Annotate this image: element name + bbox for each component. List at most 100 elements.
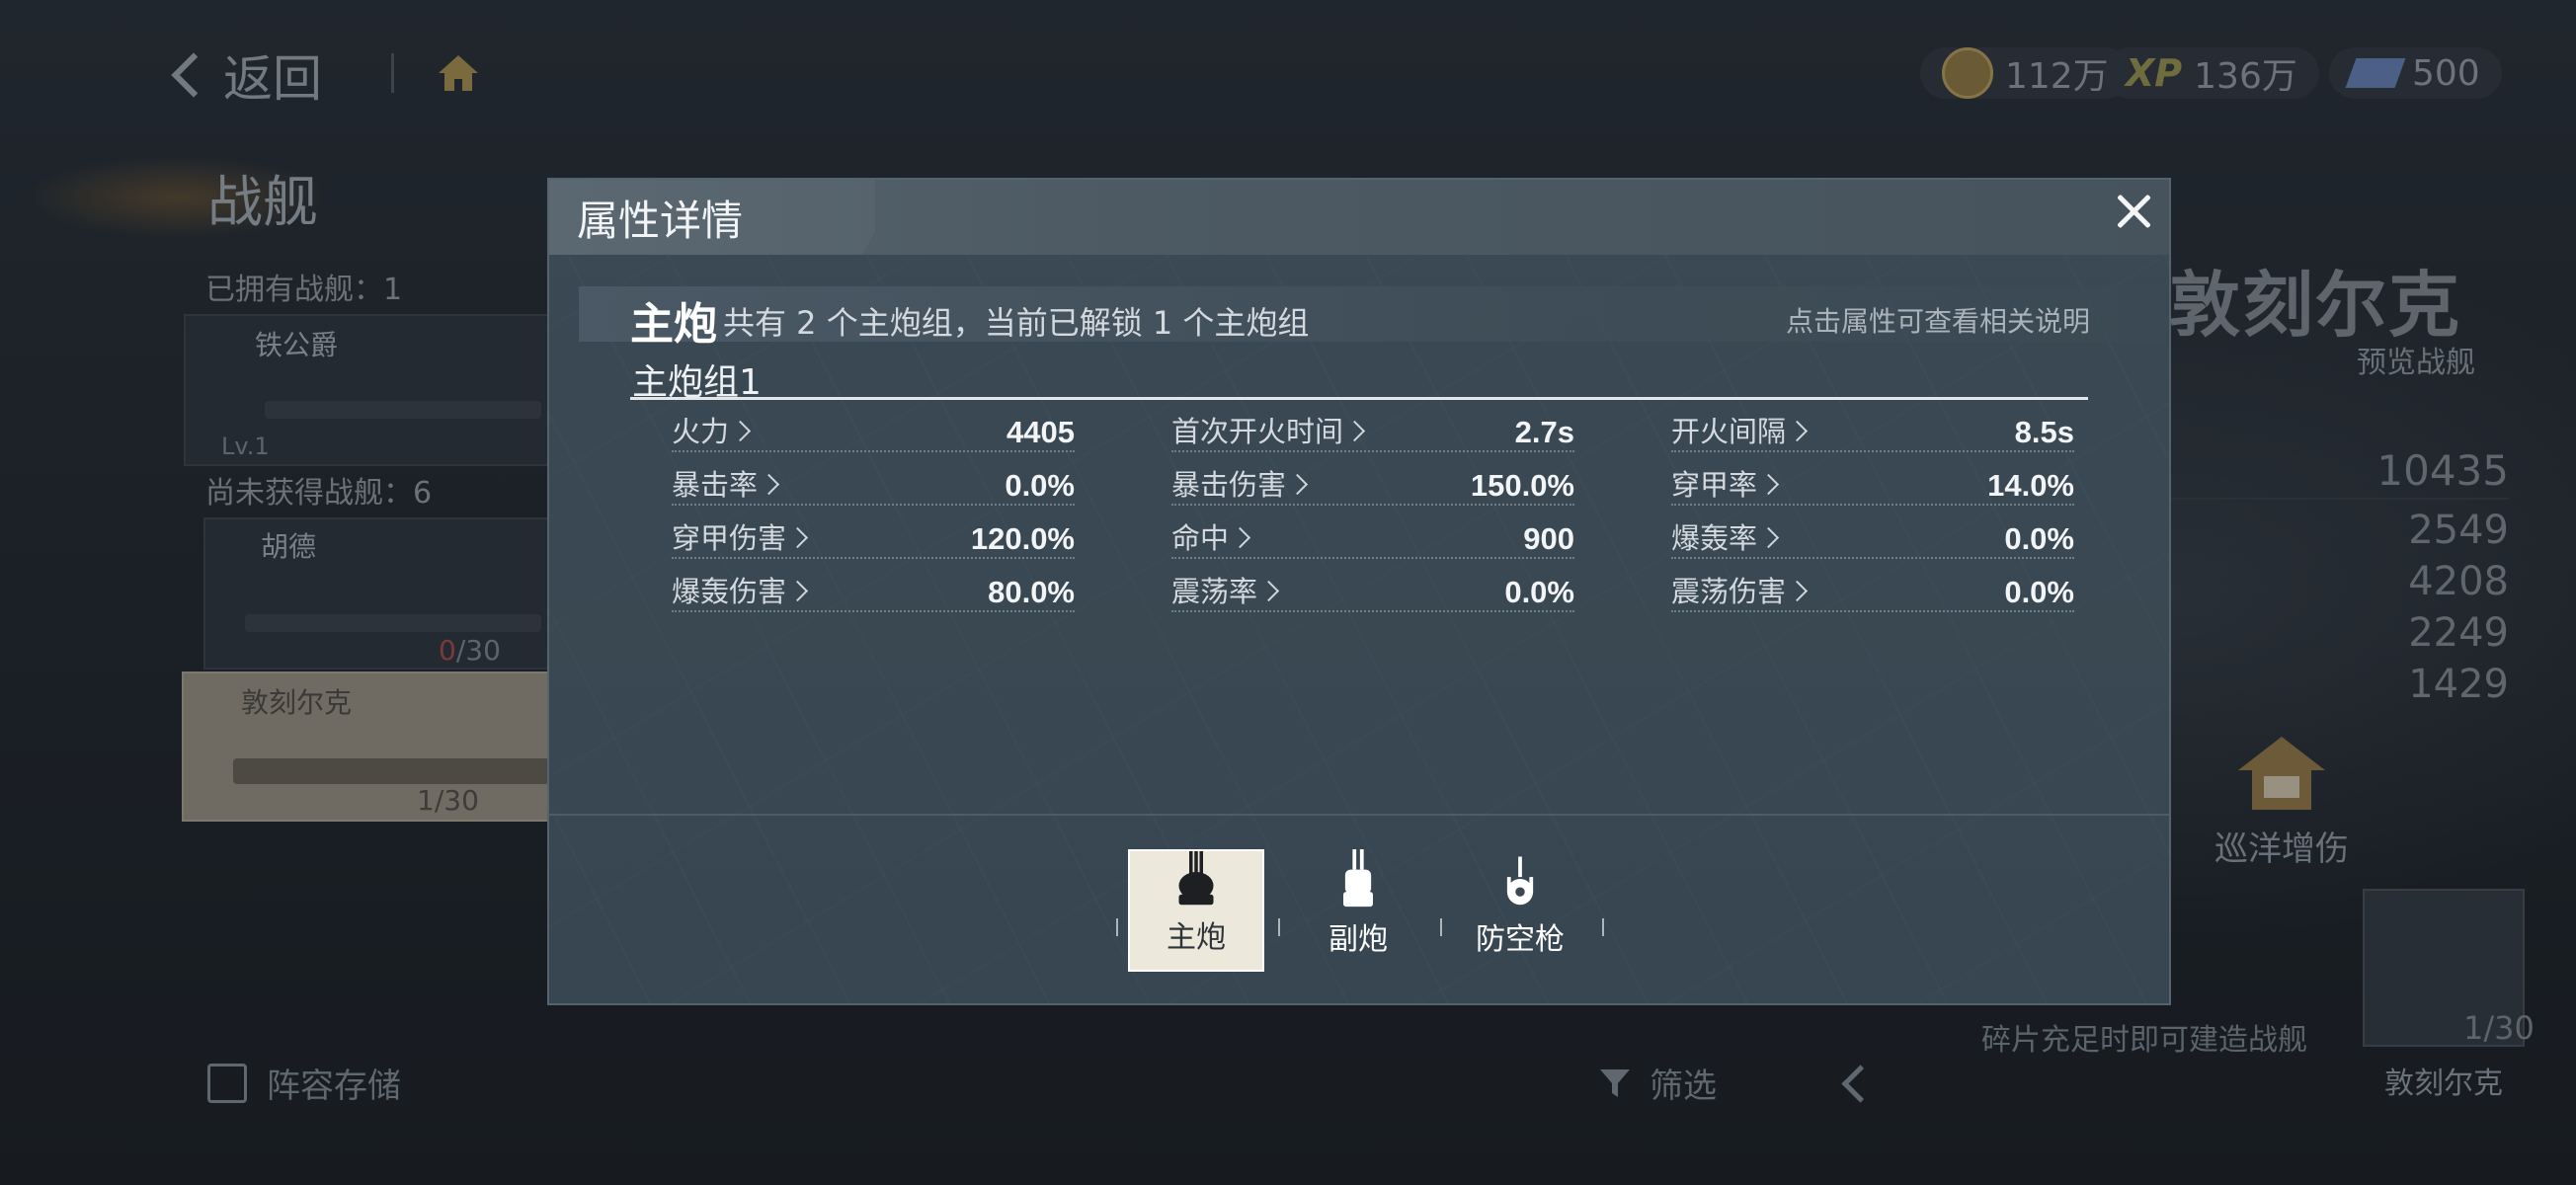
save-icon — [207, 1063, 247, 1103]
chevron-right-icon — [786, 526, 809, 548]
chevron-right-icon — [1757, 526, 1780, 548]
ticket-value: 500 — [2412, 52, 2480, 94]
attr-label: 暴击伤害 — [1171, 468, 1287, 502]
attr-label: 暴击率 — [672, 468, 759, 502]
chevron-right-icon — [1343, 420, 1366, 441]
ship-progress: 0/30 — [439, 634, 501, 667]
attr-firepower[interactable]: 火力 4405 — [672, 413, 1075, 452]
attr-value: 14.0% — [1987, 468, 2074, 503]
xp-value: 136万 — [2194, 56, 2297, 97]
ship-card-iron-duke[interactable]: 铁公爵 Lv.1 — [184, 314, 563, 466]
ticket-currency[interactable]: 500 — [2329, 47, 2502, 99]
back-chevron-icon — [171, 52, 216, 98]
attr-shock-damage[interactable]: 震荡伤害 0.0% — [1671, 573, 2074, 612]
modal-title: 属性详情 — [577, 197, 744, 245]
ship-silhouette — [265, 401, 541, 419]
save-lineup-button[interactable]: 阵容存储 — [207, 1059, 401, 1107]
attr-penetration-damage[interactable]: 穿甲伤害 120.0% — [672, 519, 1075, 559]
attr-value: 0.0% — [2004, 521, 2074, 556]
attr-shock-rate[interactable]: 震荡率 0.0% — [1171, 573, 1574, 612]
chevron-right-icon — [1757, 473, 1780, 495]
chevron-right-icon — [1229, 526, 1251, 548]
attr-value: 4405 — [1006, 415, 1075, 449]
tab-separator — [1440, 918, 1442, 936]
attr-crit-rate[interactable]: 暴击率 0.0% — [672, 466, 1075, 506]
gold-coin-icon — [1942, 47, 1993, 99]
ship-silhouette — [233, 758, 549, 784]
tab-separator — [1116, 918, 1118, 936]
page-title: 战舰 — [207, 171, 318, 235]
attr-fire-interval[interactable]: 开火间隔 8.5s — [1671, 413, 2074, 452]
attr-label: 震荡伤害 — [1671, 575, 1787, 608]
stat-value: 2549 — [2408, 508, 2509, 553]
attr-label: 穿甲伤害 — [672, 521, 787, 555]
attr-detonation-rate[interactable]: 爆轰率 0.0% — [1671, 519, 2074, 559]
save-label: 阵容存储 — [267, 1066, 401, 1106]
main-gun-icon — [1178, 851, 1214, 906]
gold-currency[interactable]: 112万 — [1920, 47, 2131, 99]
thumb-progress: 1/30 — [2463, 1009, 2535, 1047]
attr-value: 150.0% — [1470, 468, 1574, 503]
ticket-icon — [2345, 58, 2406, 88]
tab-secondary-gun[interactable]: 副炮 — [1290, 849, 1426, 972]
chevron-right-icon — [1257, 580, 1280, 601]
attr-label: 爆轰率 — [1671, 521, 1758, 555]
chevron-right-icon — [1786, 420, 1809, 441]
selected-ship-name: 敦刻尔克 — [2169, 264, 2462, 347]
attr-penetration-rate[interactable]: 穿甲率 14.0% — [1671, 466, 2074, 506]
gold-value: 112万 — [2005, 56, 2109, 97]
attr-value: 80.0% — [988, 575, 1075, 609]
category-title: 主炮 — [630, 299, 717, 350]
attr-value: 2.7s — [1514, 415, 1574, 449]
tab-separator — [1278, 918, 1280, 936]
attr-accuracy[interactable]: 命中 900 — [1171, 519, 1574, 559]
attr-label: 穿甲率 — [1671, 468, 1758, 502]
attr-value: 0.0% — [2004, 575, 2074, 609]
tab-separator — [1602, 918, 1604, 936]
attr-detonation-damage[interactable]: 爆轰伤害 80.0% — [672, 573, 1075, 612]
fragment-note: 碎片充足时即可建造战舰 — [1981, 1023, 2307, 1058]
attr-value: 120.0% — [970, 521, 1075, 556]
attr-first-fire-time[interactable]: 首次开火时间 2.7s — [1171, 413, 1574, 452]
tab-main-gun[interactable]: 主炮 — [1128, 849, 1264, 972]
attribute-details-modal: 属性详情 主炮 共有 2 个主炮组，当前已解锁 1 个主炮组 点击属性可查看相关… — [547, 178, 2171, 1005]
preview-ship-link[interactable]: 预览战舰 — [2357, 338, 2475, 381]
chevron-right-icon — [729, 420, 752, 441]
secondary-gun-icon — [1343, 849, 1373, 908]
attr-label: 首次开火时间 — [1171, 415, 1344, 448]
xp-currency[interactable]: XP 136万 — [2104, 47, 2319, 99]
ship-name: 胡德 — [261, 530, 317, 563]
close-icon[interactable] — [2112, 190, 2155, 233]
anti-air-gun-icon — [1506, 856, 1534, 906]
chevron-right-icon — [1786, 580, 1809, 601]
header-divider — [391, 53, 394, 93]
tab-anti-air-gun[interactable]: 防空枪 — [1452, 849, 1588, 972]
cruise-damage-icon[interactable] — [2234, 733, 2329, 814]
thumb-ship-name: 敦刻尔克 — [2384, 1066, 2503, 1101]
attr-label: 开火间隔 — [1671, 415, 1787, 448]
filter-button[interactable]: 筛选 — [1598, 1059, 1717, 1107]
ship-silhouette — [245, 614, 541, 632]
back-label: 返回 — [223, 50, 322, 108]
stat-value: 1429 — [2408, 662, 2509, 707]
ship-card-hood[interactable]: 胡德 0/30 — [203, 517, 563, 670]
back-button[interactable]: 返回 — [171, 40, 322, 111]
filter-label: 筛选 — [1650, 1066, 1717, 1106]
category-description: 共有 2 个主炮组，当前已解锁 1 个主炮组 — [723, 304, 1310, 342]
chevron-right-icon — [786, 580, 809, 601]
weapon-tabs: 主炮 副炮 防空枪 — [549, 849, 2169, 978]
chevron-right-icon — [758, 473, 780, 495]
home-icon[interactable] — [435, 49, 482, 97]
attr-label: 命中 — [1171, 521, 1230, 555]
attr-value: 0.0% — [1005, 468, 1075, 503]
stat-value: 4208 — [2408, 559, 2509, 604]
attr-value: 900 — [1523, 521, 1574, 556]
owned-count: 已拥有战舰：1 — [205, 273, 403, 307]
tab-label: 主炮 — [1167, 920, 1226, 955]
cruise-damage-label: 巡洋增伤 — [2214, 830, 2349, 869]
attr-crit-damage[interactable]: 暴击伤害 150.0% — [1171, 466, 1574, 506]
stat-value: 2249 — [2408, 610, 2509, 656]
attr-label: 震荡率 — [1171, 575, 1258, 608]
ship-card-dunkerque[interactable]: 敦刻尔克 1/30 — [182, 672, 563, 822]
attr-label: 火力 — [672, 415, 730, 448]
